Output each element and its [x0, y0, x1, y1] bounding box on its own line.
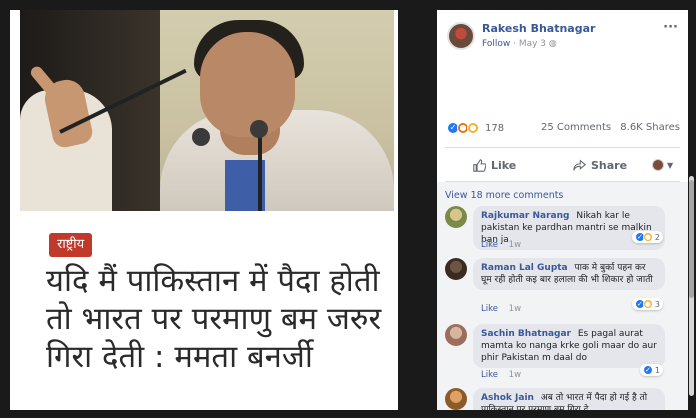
comment-reaction-count: 3	[654, 299, 660, 309]
like-reaction-icon: ✓	[642, 365, 653, 375]
view-more-comments-link[interactable]: View 18 more comments	[445, 190, 563, 201]
author-name[interactable]: Rakesh Bhatnagar	[482, 22, 595, 35]
comment-reaction-count: 2	[654, 232, 660, 242]
like-button-label: Like	[491, 158, 517, 172]
commenter-name[interactable]: Ashok Jain	[481, 393, 534, 403]
comment-like-link[interactable]: Like	[481, 370, 498, 380]
haha-reaction-icon: ●	[642, 232, 653, 242]
comment-reactions[interactable]: ✓ 1	[639, 364, 663, 376]
post-actions: Like Share ▼	[437, 148, 688, 182]
share-button[interactable]: Share	[573, 159, 627, 172]
post-stats: 25 Comments 8.6K Shares	[535, 122, 680, 133]
post-date[interactable]: May 3	[519, 39, 546, 49]
commenter-avatar[interactable]	[445, 388, 467, 410]
news-photo	[20, 10, 394, 211]
comment-bubble: Sachin Bhatnagar Es pagal aurat mamta ko…	[473, 324, 665, 368]
viewer-avatar	[652, 159, 664, 171]
comment-bubble: Ashok Jain अब तो भारत में पैदा हो गई है …	[473, 388, 665, 410]
post-meta: Follow · May 3 ◍	[482, 39, 557, 49]
news-headline: यदि मैं पाकिस्तान में पैदा होती तो भारत …	[46, 263, 382, 375]
microphone-stand-right	[258, 130, 262, 211]
comment-time[interactable]: 1w	[509, 304, 521, 314]
comments-section: View 18 more comments Rajkumar Narang Ni…	[437, 182, 688, 410]
category-tag: राष्ट्रीय	[49, 233, 93, 257]
scrollbar-thumb[interactable]	[689, 180, 694, 298]
commenter-avatar[interactable]	[445, 206, 467, 228]
reaction-count: 178	[485, 122, 505, 134]
commenter-name[interactable]: Rajkumar Narang	[481, 211, 569, 221]
microphone-icon	[250, 120, 268, 138]
comment-reactions[interactable]: ✓ ● 3	[631, 298, 663, 310]
share-arrow-icon	[573, 158, 586, 171]
like-button[interactable]: Like	[473, 159, 516, 172]
comment-like-link[interactable]: Like	[481, 240, 498, 250]
commenter-name[interactable]: Sachin Bhatnagar	[481, 329, 571, 339]
reaction-summary[interactable]: ✓ ● ● 178	[447, 120, 504, 136]
globe-icon: ◍	[548, 39, 557, 49]
haha-reaction-icon: ●	[467, 122, 479, 134]
comment-actions: Like 1w	[481, 240, 521, 250]
news-card: राष्ट्रीय यदि मैं पाकिस्तान में पैदा होत…	[10, 10, 398, 410]
photo-face	[200, 32, 295, 137]
comment-reaction-count: 1	[654, 365, 660, 375]
author-avatar[interactable]	[447, 22, 475, 50]
more-options-icon[interactable]: ···	[663, 20, 678, 35]
comment-like-link[interactable]: Like	[481, 304, 498, 314]
shares-count[interactable]: 8.6K Shares	[620, 122, 680, 133]
comment-reactions[interactable]: ✓ ● 2	[631, 231, 663, 243]
comment-time[interactable]: 1w	[509, 240, 521, 250]
viewer-selector[interactable]: ▼	[652, 159, 673, 171]
share-button-label: Share	[591, 158, 628, 172]
commenter-avatar[interactable]	[445, 324, 467, 346]
facebook-post: Rakesh Bhatnagar Follow · May 3 ◍ ··· ✓ …	[437, 10, 688, 410]
screenshot-root: राष्ट्रीय यदि मैं पाकिस्तान में पैदा होत…	[0, 0, 696, 418]
follow-link[interactable]: Follow	[482, 39, 510, 49]
comments-count[interactable]: 25 Comments	[541, 122, 611, 133]
commenter-name[interactable]: Raman Lal Gupta	[481, 263, 568, 273]
comment-bubble: Raman Lal Gupta पाक मे बुर्का पहन कर घूम…	[473, 258, 665, 290]
comment-actions: Like 1w	[481, 304, 521, 314]
chevron-down-icon: ▼	[667, 160, 674, 170]
commenter-avatar[interactable]	[445, 258, 467, 280]
haha-reaction-icon: ●	[642, 299, 653, 309]
comment-time[interactable]: 1w	[509, 370, 521, 380]
comment-actions: Like 1w	[481, 370, 521, 380]
microphone-icon	[192, 128, 210, 146]
thumbs-up-icon	[473, 158, 486, 172]
